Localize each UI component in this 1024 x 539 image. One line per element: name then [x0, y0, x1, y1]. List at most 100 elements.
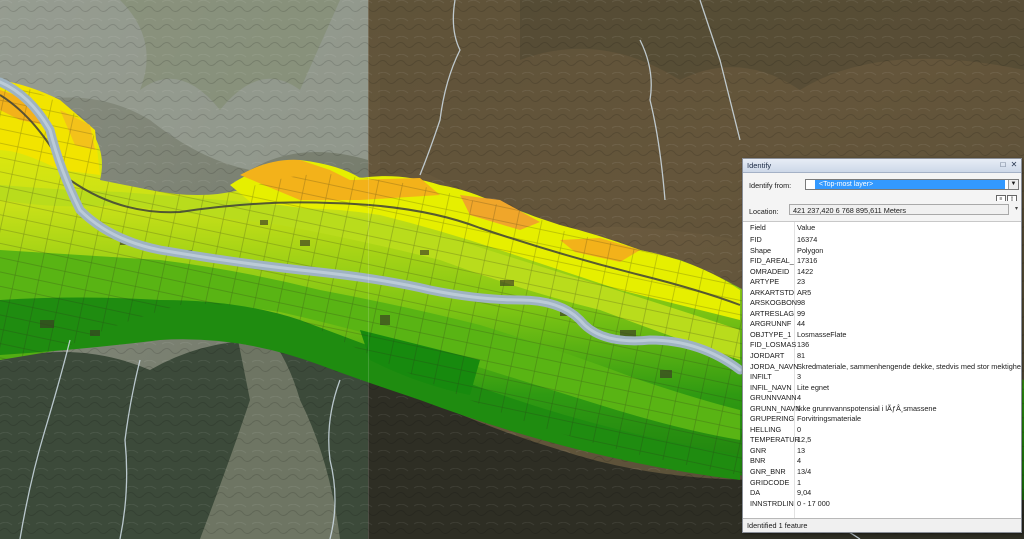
identify-from-row: Identify from: <Top-most layer> ▼ ≡ ▯	[743, 173, 1021, 204]
attribute-value: Skredmateriale, sammenhengende dekke, st…	[797, 361, 1021, 371]
attribute-row[interactable]: FID_LOSMAS 136	[743, 340, 1021, 351]
attribute-value: Ikke grunnvannspotensial i lÃƒÂ¸smassene	[797, 403, 937, 413]
attribute-value: 12,5	[797, 435, 812, 445]
attribute-row[interactable]: OBJTYPE_1 LosmasseFlate	[743, 330, 1021, 341]
attribute-row[interactable]: ARGRUNNF 44	[743, 319, 1021, 330]
attribute-row[interactable]: FID 16374	[743, 235, 1021, 246]
attribute-value: 4	[797, 393, 802, 403]
attribute-row[interactable]: GNR_BNR 13/4	[743, 467, 1021, 478]
identify-from-value: <Top-most layer>	[815, 180, 1005, 189]
attribute-value: 44	[797, 319, 806, 329]
status-text: Identified 1 feature	[747, 521, 808, 530]
attribute-value: Lite egnet	[797, 382, 830, 392]
identify-title: Identify	[747, 161, 772, 170]
attribute-value: 17316	[797, 256, 818, 266]
attribute-value: 9,04	[797, 488, 812, 498]
attribute-field: TEMPERATUR	[750, 435, 800, 445]
attribute-value: Polygon	[797, 245, 824, 255]
identify-window[interactable]: Identify □ ✕ Identify from: <Top-most la…	[742, 158, 1022, 533]
location-menu-icon[interactable]: ▾	[1015, 205, 1018, 212]
attribute-row[interactable]: ARKARTSTD AR5	[743, 288, 1021, 299]
attribute-row[interactable]: GRUPERING Forvitringsmateriale	[743, 414, 1021, 425]
attribute-value: 3	[797, 372, 802, 382]
attribute-field: FID	[750, 235, 762, 244]
value-column-header[interactable]: Value	[797, 222, 815, 234]
attribute-value: 0 - 17 000	[797, 498, 830, 508]
attribute-field: INFIL_NAVN	[750, 382, 792, 392]
attribute-value: 99	[797, 308, 806, 318]
attribute-field: GRIDCODE	[750, 477, 790, 487]
attribute-field: FID_LOSMAS	[750, 340, 797, 350]
restore-icon[interactable]: □	[999, 161, 1007, 169]
attribute-field: Shape	[750, 245, 772, 255]
attribute-row[interactable]: BNR 4	[743, 456, 1021, 467]
attribute-field: BNR	[750, 456, 766, 466]
attribute-row[interactable]: JORDART 81	[743, 351, 1021, 362]
identify-titlebar[interactable]: Identify □ ✕	[743, 159, 1021, 173]
status-bar: Identified 1 feature	[743, 518, 1021, 532]
attribute-field: GRUNN_NAVN	[750, 403, 801, 413]
attribute-row[interactable]: ARSKOGBON 98	[743, 298, 1021, 309]
attribute-field: JORDA_NAVN	[750, 361, 799, 371]
attribute-field: INFILT	[750, 372, 772, 382]
attribute-row[interactable]: JORDA_NAVN Skredmateriale, sammenhengende…	[743, 362, 1021, 373]
attribute-row[interactable]: GRIDCODE 1	[743, 478, 1021, 489]
attribute-value: 23	[797, 277, 806, 287]
attribute-field: JORDART	[750, 351, 785, 361]
attribute-field: GNR_BNR	[750, 467, 786, 477]
identify-from-label: Identify from:	[749, 181, 792, 190]
attribute-value: AR5	[797, 287, 812, 297]
attribute-row[interactable]: INFILT 3	[743, 372, 1021, 383]
attribute-field: ARTRESLAG	[750, 308, 795, 318]
attribute-value: 16374	[797, 235, 818, 244]
attribute-value: 0	[797, 424, 802, 434]
attribute-row[interactable]: GRUNNVANN 4	[743, 393, 1021, 404]
attribute-field: GRUNNVANN	[750, 393, 797, 403]
attribute-value: 1422	[797, 266, 814, 276]
attribute-field: ARGRUNNF	[750, 319, 792, 329]
attribute-value: 98	[797, 298, 806, 308]
attribute-value: 136	[797, 340, 810, 350]
attribute-field: ARKARTSTD	[750, 287, 795, 297]
attribute-row[interactable]: DA 9,04	[743, 488, 1021, 499]
attribute-field: ARTYPE	[750, 277, 780, 287]
attribute-row[interactable]: HELLING 0	[743, 425, 1021, 436]
attribute-row[interactable]: OMRADEID 1422	[743, 267, 1021, 278]
attribute-row[interactable]: GRUNN_NAVN Ikke grunnvannspotensial i lÃƒ…	[743, 404, 1021, 415]
field-column-header[interactable]: Field	[750, 222, 766, 234]
attribute-value: 81	[797, 351, 806, 361]
attribute-row[interactable]: TEMPERATUR 12,5	[743, 435, 1021, 446]
attribute-row[interactable]: FID_AREAL_ 17316	[743, 256, 1021, 267]
attribute-row[interactable]: ARTYPE 23	[743, 277, 1021, 288]
attribute-field: OMRADEID	[750, 266, 790, 276]
attribute-field: DA	[750, 488, 761, 498]
attribute-value: 13	[797, 445, 806, 455]
attribute-value: LosmasseFlate	[797, 329, 847, 339]
view-options: ≡ ▯	[995, 193, 1017, 204]
attribute-field: GRUPERING	[750, 414, 795, 424]
attribute-field: ARSKOGBON	[750, 298, 798, 308]
attribute-field: OBJTYPE_1	[750, 329, 792, 339]
location-label: Location:	[749, 207, 779, 216]
attribute-grid: Field Value FID 16374 Shape Polygon FID_AREA…	[743, 222, 1021, 518]
attribute-field: HELLING	[750, 424, 782, 434]
identify-from-select[interactable]: <Top-most layer> ▼	[805, 179, 1019, 190]
attribute-value: 4	[797, 456, 802, 466]
attribute-field: INNSTRDLIN	[750, 498, 794, 508]
attribute-field: GNR	[750, 445, 767, 455]
grid-header: Field Value	[743, 222, 1021, 234]
attribute-value: Forvitringsmateriale	[797, 414, 862, 424]
attribute-rows: FID 16374 Shape Polygon FID_AREAL_ 17316 OMRAD…	[743, 235, 1021, 509]
attribute-value: 1	[797, 477, 802, 487]
dropdown-arrow-icon[interactable]: ▼	[1008, 180, 1018, 189]
attribute-field: FID_AREAL_	[750, 256, 794, 266]
attribute-row[interactable]: ARTRESLAG 99	[743, 309, 1021, 320]
close-icon[interactable]: ✕	[1010, 161, 1018, 169]
attribute-row[interactable]: Shape Polygon	[743, 246, 1021, 257]
location-value[interactable]: 421 237,420 6 768 895,611 Meters	[789, 204, 1009, 215]
location-row: Location: 421 237,420 6 768 895,611 Mete…	[743, 201, 1021, 222]
attribute-value: 13/4	[797, 467, 812, 477]
attribute-row[interactable]: GNR 13	[743, 446, 1021, 457]
attribute-row[interactable]: INFIL_NAVN Lite egnet	[743, 383, 1021, 394]
attribute-row[interactable]: INNSTRDLIN 0 - 17 000	[743, 499, 1021, 510]
